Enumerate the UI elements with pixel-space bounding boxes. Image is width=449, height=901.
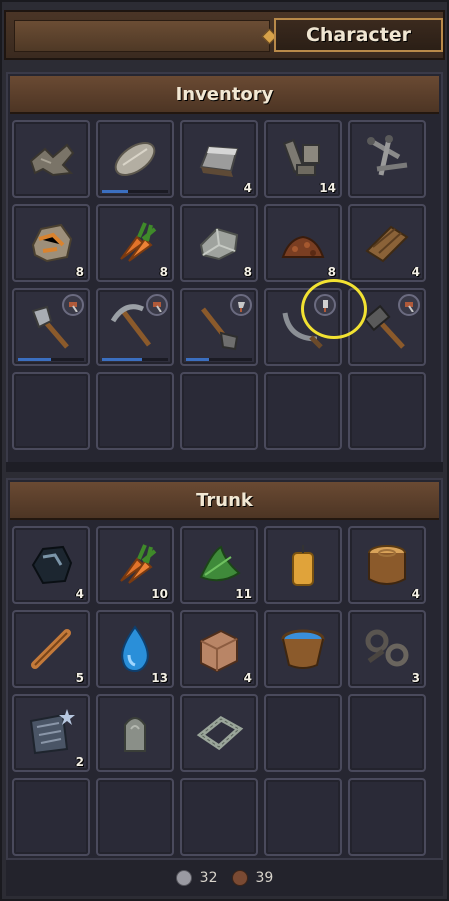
trunk-title: Trunk — [10, 482, 439, 520]
wood-planks-icon — [359, 215, 415, 271]
candle-icon — [275, 537, 331, 593]
axe-badge-icon — [230, 294, 252, 316]
item-count: 11 — [235, 587, 252, 601]
trunk-slot[interactable] — [96, 778, 174, 856]
trunk-slot[interactable]: 4 — [348, 526, 426, 604]
inventory-slot[interactable]: 4 — [348, 204, 426, 282]
dirt-pile-icon — [275, 215, 331, 271]
item-count: 4 — [243, 671, 252, 685]
nails-icon — [359, 131, 415, 187]
log-icon — [359, 537, 415, 593]
iron-scrap-icon — [359, 621, 415, 677]
hammer-badge-icon — [398, 294, 420, 316]
inventory-slot[interactable] — [12, 120, 90, 198]
item-count: 4 — [411, 265, 420, 279]
gravestone-icon — [107, 705, 163, 761]
inventory-slot[interactable]: 8 — [180, 204, 258, 282]
trunk-slot[interactable]: 11 — [180, 526, 258, 604]
tab-character[interactable]: Character — [274, 18, 443, 52]
stone-block-icon — [191, 215, 247, 271]
water-drop-icon — [107, 621, 163, 677]
stick-icon — [23, 621, 79, 677]
copper-ore-icon — [23, 215, 79, 271]
iron-parts-icon — [275, 131, 331, 187]
item-count: 4 — [75, 587, 84, 601]
trunk-slot[interactable] — [264, 694, 342, 772]
carrot-icon — [107, 537, 163, 593]
item-count: 13 — [151, 671, 168, 685]
trunk-slot[interactable] — [348, 778, 426, 856]
herbs-icon — [191, 537, 247, 593]
currency-bar: 32 39 — [6, 858, 443, 896]
silver-coin-icon — [175, 870, 192, 886]
inventory-slot[interactable] — [348, 120, 426, 198]
inventory-slot[interactable] — [180, 288, 258, 366]
trunk-slot[interactable]: 5 — [12, 610, 90, 688]
trunk-slot[interactable] — [264, 778, 342, 856]
item-count: 10 — [151, 587, 168, 601]
top-bar-empty-tab[interactable] — [14, 20, 270, 52]
trunk-slot[interactable] — [96, 694, 174, 772]
trunk-slot[interactable]: 13 — [96, 610, 174, 688]
carrot-icon — [107, 215, 163, 271]
durability-bar — [102, 358, 168, 361]
durability-bar — [18, 358, 84, 361]
water-bucket-icon — [275, 621, 331, 677]
scrap-metal-icon — [23, 131, 79, 187]
trunk-slot[interactable]: 2 — [12, 694, 90, 772]
frame-icon — [191, 705, 247, 761]
divider — [6, 462, 443, 472]
item-count: 2 — [75, 755, 84, 769]
inventory-slot[interactable] — [180, 372, 258, 450]
inventory-slot[interactable] — [264, 372, 342, 450]
trunk-slot[interactable] — [12, 778, 90, 856]
item-count: 8 — [243, 265, 252, 279]
stone-slab-icon — [107, 131, 163, 187]
inventory-slot[interactable]: 14 — [264, 120, 342, 198]
inventory-slot[interactable] — [96, 372, 174, 450]
top-bar: Character — [4, 10, 445, 60]
inventory-slot[interactable] — [12, 288, 90, 366]
trunk-slot[interactable]: 4 — [12, 526, 90, 604]
hammer-badge-icon — [62, 294, 84, 316]
inventory-slot[interactable] — [12, 372, 90, 450]
trunk-slot[interactable]: 10 — [96, 526, 174, 604]
item-count: 5 — [75, 671, 84, 685]
inventory-grid: 4 14 8 8 8 8 4 — [12, 120, 426, 450]
trunk-slot[interactable] — [180, 778, 258, 856]
highlight-circle — [301, 279, 367, 339]
trunk-slot[interactable] — [264, 526, 342, 604]
inventory-slot[interactable]: 8 — [264, 204, 342, 282]
durability-bar — [102, 190, 168, 193]
coal-icon — [23, 537, 79, 593]
item-count: 4 — [411, 587, 420, 601]
trunk-slot[interactable] — [264, 610, 342, 688]
silver-count: 32 — [199, 870, 218, 886]
durability-bar — [186, 358, 252, 361]
scroll-icon — [23, 705, 79, 761]
inventory-title: Inventory — [10, 76, 439, 114]
trunk-slot[interactable]: 3 — [348, 610, 426, 688]
iron-ingot-icon — [191, 131, 247, 187]
copper-count: 39 — [255, 870, 274, 886]
inventory-slot[interactable] — [96, 288, 174, 366]
item-count: 3 — [411, 671, 420, 685]
item-count: 4 — [243, 181, 252, 195]
inventory-slot[interactable] — [96, 120, 174, 198]
trunk-slot[interactable]: 4 — [180, 610, 258, 688]
hammer-badge-icon — [146, 294, 168, 316]
inventory-slot[interactable]: 4 — [180, 120, 258, 198]
trunk-grid: 4 10 11 4 5 13 4 3 2 — [12, 526, 426, 856]
trunk-slot[interactable] — [348, 694, 426, 772]
inventory-slot[interactable]: 8 — [96, 204, 174, 282]
item-count: 8 — [159, 265, 168, 279]
item-count: 14 — [319, 181, 336, 195]
inventory-slot[interactable]: 8 — [12, 204, 90, 282]
item-count: 8 — [75, 265, 84, 279]
trunk-slot[interactable] — [180, 694, 258, 772]
item-count: 8 — [327, 265, 336, 279]
inventory-slot[interactable] — [348, 372, 426, 450]
copper-coin-icon — [231, 870, 248, 886]
clay-icon — [191, 621, 247, 677]
